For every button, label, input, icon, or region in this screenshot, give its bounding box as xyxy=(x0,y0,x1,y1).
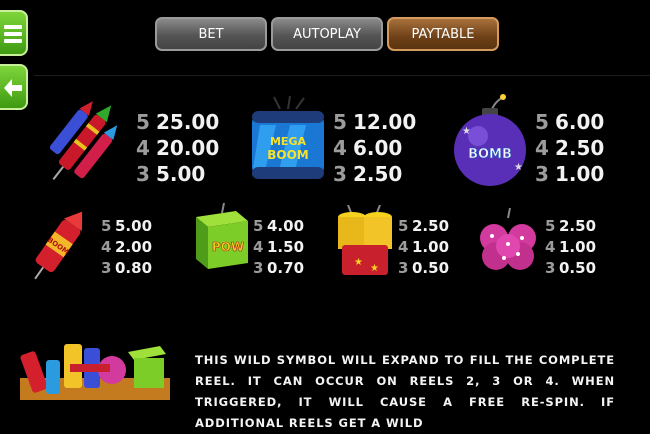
payout-count: 4 xyxy=(136,136,150,160)
payout-value: 1.00 xyxy=(555,162,605,186)
payouts-bomb: 5 6.00 4 2.50 3 1.00 xyxy=(535,109,604,187)
boom-rocket-symbol: BOOM xyxy=(34,211,83,280)
svg-text:★: ★ xyxy=(514,162,523,173)
payout-count: 3 xyxy=(535,162,549,186)
svg-text:★: ★ xyxy=(370,263,379,274)
svg-text:★: ★ xyxy=(354,257,363,268)
tab-paytable[interactable]: PAYTABLE xyxy=(387,17,499,51)
svg-text:BOOM: BOOM xyxy=(267,148,309,162)
payout-value: 5.00 xyxy=(156,162,206,186)
payout-count: 3 xyxy=(545,259,556,277)
payout-count: 3 xyxy=(333,162,347,186)
payouts-pow-box: 5 4.00 4 1.50 3 0.70 xyxy=(253,216,304,279)
pow-box-symbol: POW xyxy=(196,203,248,269)
payouts-pink-cake: 5 2.50 4 1.00 3 0.50 xyxy=(545,216,596,279)
double-tube-symbol: ★ ★ xyxy=(338,205,392,275)
pink-cake-symbol xyxy=(480,208,536,270)
wild-description: THIS WILD SYMBOL WILL EXPAND TO FILL THE… xyxy=(195,353,615,430)
payout-count: 5 xyxy=(545,217,556,235)
payout-count: 4 xyxy=(253,238,264,256)
payout-value: 1.50 xyxy=(267,238,305,256)
tab-bet[interactable]: BET xyxy=(155,17,267,51)
payout-count: 5 xyxy=(136,110,150,134)
wild-symbol xyxy=(20,344,170,400)
payout-value: 1.00 xyxy=(412,238,450,256)
payout-value: 2.50 xyxy=(353,162,403,186)
divider xyxy=(34,75,650,76)
bomb-label: BOMB xyxy=(468,147,512,162)
payout-count: 5 xyxy=(333,110,347,134)
payout-count: 3 xyxy=(101,259,112,277)
payout-value: 2.50 xyxy=(555,136,605,160)
rocket-trio-symbol xyxy=(49,101,118,181)
payout-value: 1.00 xyxy=(559,238,597,256)
mega-boom-symbol: MEGA BOOM xyxy=(252,95,324,179)
payout-count: 3 xyxy=(398,259,409,277)
payout-value: 12.00 xyxy=(353,110,417,134)
payout-count: 5 xyxy=(253,217,264,235)
payout-count: 5 xyxy=(398,217,409,235)
tab-autoplay[interactable]: AUTOPLAY xyxy=(271,17,383,51)
payout-count: 5 xyxy=(535,110,549,134)
payout-value: 6.00 xyxy=(353,136,403,160)
payout-count: 4 xyxy=(101,238,112,256)
pow-box-label: POW xyxy=(212,240,244,254)
payout-count: 3 xyxy=(253,259,264,277)
bomb-symbol: ★ ★ BOMB xyxy=(454,94,526,186)
payout-value: 6.00 xyxy=(555,110,605,134)
payout-value: 2.00 xyxy=(115,238,153,256)
payout-count: 4 xyxy=(333,136,347,160)
hamburger-icon xyxy=(4,25,22,43)
payout-value: 20.00 xyxy=(156,136,220,160)
payout-value: 0.50 xyxy=(559,259,597,277)
payout-value: 4.00 xyxy=(267,217,305,235)
payout-value: 5.00 xyxy=(115,217,153,235)
payout-value: 2.50 xyxy=(559,217,597,235)
payouts-rocket-trio: 5 25.00 4 20.00 3 5.00 xyxy=(136,109,219,187)
payouts-mega-boom: 5 12.00 4 6.00 3 2.50 xyxy=(333,109,416,187)
payouts-double-tube: 5 2.50 4 1.00 3 0.50 xyxy=(398,216,449,279)
payout-count: 4 xyxy=(398,238,409,256)
payout-value: 25.00 xyxy=(156,110,220,134)
payout-value: 0.70 xyxy=(267,259,305,277)
mega-boom-label: MEGA xyxy=(270,135,306,148)
svg-text:★: ★ xyxy=(462,126,471,137)
payout-count: 4 xyxy=(535,136,549,160)
payout-count: 3 xyxy=(136,162,150,186)
payout-count: 5 xyxy=(101,217,112,235)
arrow-left-icon xyxy=(4,79,22,97)
payout-value: 2.50 xyxy=(412,217,450,235)
menu-button[interactable] xyxy=(0,10,28,56)
back-button[interactable] xyxy=(0,64,28,110)
payout-value: 0.50 xyxy=(412,259,450,277)
payout-count: 4 xyxy=(545,238,556,256)
payout-value: 0.80 xyxy=(115,259,153,277)
payouts-boom-rocket: 5 5.00 4 2.00 3 0.80 xyxy=(101,216,152,279)
